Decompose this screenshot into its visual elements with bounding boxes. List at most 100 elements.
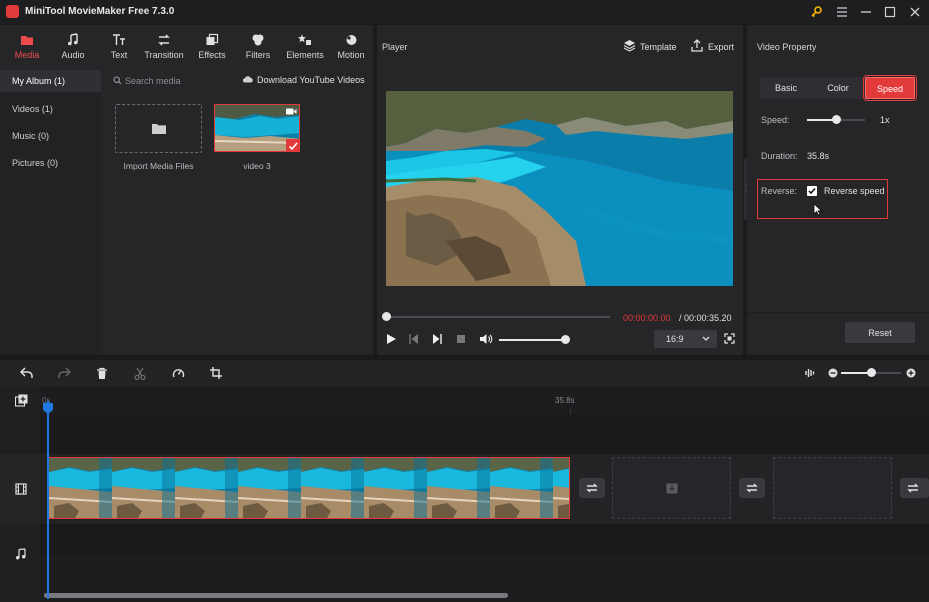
sidebar-item-my-album[interactable]: My Album (1) <box>0 70 101 92</box>
reset-button[interactable]: Reset <box>845 322 915 343</box>
import-media-button[interactable] <box>115 104 202 153</box>
reverse-speed-checkbox[interactable] <box>807 186 817 196</box>
audio-track[interactable] <box>40 524 929 554</box>
export-button[interactable]: Export <box>708 42 734 52</box>
media-panel: Media Audio Text Transition Effects Filt… <box>0 25 373 355</box>
split-scissors-icon[interactable] <box>134 367 146 380</box>
speed-slider-handle[interactable] <box>831 115 841 124</box>
empty-clip-slot[interactable] <box>612 457 731 519</box>
text-icon <box>112 33 126 47</box>
close-icon[interactable] <box>907 4 923 20</box>
zoom-out-icon[interactable] <box>828 368 838 378</box>
current-time: 00:00:00.00 <box>623 313 671 323</box>
tool-effects[interactable]: Effects <box>191 33 233 63</box>
sidebar-item-music[interactable]: Music (0) <box>0 125 101 147</box>
speed-gauge-icon[interactable] <box>172 367 185 380</box>
zoom-slider-handle[interactable] <box>866 368 876 377</box>
filters-icon <box>251 33 265 47</box>
transition-slot-button[interactable] <box>900 478 929 498</box>
property-title: Video Property <box>757 42 817 52</box>
time-ruler[interactable] <box>40 387 929 415</box>
tool-audio[interactable]: Audio <box>52 33 94 63</box>
next-frame-icon[interactable] <box>431 333 443 345</box>
template-button[interactable]: Template <box>640 42 677 52</box>
ruler-end-label: 35.8s <box>555 396 575 405</box>
playhead-line[interactable] <box>47 401 49 599</box>
reverse-speed-label: Reverse speed <box>824 186 885 196</box>
swap-arrows-icon <box>906 482 920 494</box>
tool-text[interactable]: Text <box>98 33 140 63</box>
tool-motion[interactable]: Motion <box>330 33 372 63</box>
tool-label: Media <box>14 50 40 60</box>
key-icon[interactable] <box>808 4 824 20</box>
transition-slot-button[interactable] <box>579 478 605 498</box>
crop-icon[interactable] <box>210 367 222 379</box>
sidebar-item-pictures[interactable]: Pictures (0) <box>0 152 101 174</box>
sidebar-item-videos[interactable]: Videos (1) <box>0 98 101 120</box>
export-icon <box>691 39 703 52</box>
delete-icon[interactable] <box>96 367 108 380</box>
progress-track[interactable] <box>386 316 610 318</box>
checkmark-icon <box>286 139 299 151</box>
audio-track-lower[interactable] <box>40 554 929 586</box>
video-property-panel: Video Property Basic Color Speed Speed: … <box>747 25 929 355</box>
total-time: / 00:00:35.20 <box>679 313 732 323</box>
overlay-track[interactable] <box>40 415 929 454</box>
aspect-ratio-select[interactable]: 16:9 <box>654 330 717 348</box>
volume-fill <box>499 339 565 341</box>
search-input[interactable]: Search media <box>125 76 181 86</box>
media-sidebar: My Album (1) Videos (1) Music (0) Pictur… <box>0 70 101 355</box>
layers-icon <box>623 39 636 52</box>
tab-speed[interactable]: Speed <box>863 75 917 101</box>
undo-icon[interactable] <box>20 367 34 379</box>
swap-arrows-icon <box>585 482 599 494</box>
minimize-icon[interactable] <box>858 4 874 20</box>
reverse-highlight-box <box>757 179 888 219</box>
music-note-icon <box>66 33 80 47</box>
tab-basic[interactable]: Basic <box>760 77 812 99</box>
maximize-icon[interactable] <box>882 4 898 20</box>
download-youtube-link[interactable]: Download YouTube Videos <box>257 75 365 85</box>
duration-value: 35.8s <box>807 151 830 161</box>
audio-waveform-icon[interactable] <box>804 367 816 379</box>
timeline-scrollbar[interactable] <box>44 593 508 598</box>
tool-label: Text <box>110 50 128 60</box>
tab-color[interactable]: Color <box>812 77 864 99</box>
redo-icon[interactable] <box>57 367 71 379</box>
tool-elements[interactable]: Elements <box>283 33 327 63</box>
progress-handle[interactable] <box>381 312 391 321</box>
video-clip[interactable] <box>48 457 570 519</box>
tool-filters[interactable]: Filters <box>237 33 279 63</box>
fullscreen-icon[interactable] <box>724 333 735 344</box>
transition-slot-button[interactable] <box>739 478 765 498</box>
transition-icon <box>157 33 171 47</box>
play-icon[interactable] <box>385 333 397 345</box>
import-media-label: Import Media Files <box>123 161 194 171</box>
title-bar: MiniTool MovieMaker Free 7.3.0 <box>0 0 929 24</box>
swap-arrows-icon <box>745 482 759 494</box>
video-camera-icon <box>286 108 297 115</box>
empty-clip-slot[interactable] <box>773 457 892 519</box>
volume-icon[interactable] <box>479 333 493 345</box>
search-icon <box>113 76 122 85</box>
tool-media[interactable]: Media <box>6 33 48 63</box>
reverse-label: Reverse: <box>761 186 798 196</box>
tool-label: Transition <box>144 50 184 60</box>
menu-icon[interactable] <box>834 4 850 20</box>
playhead-marker-icon[interactable] <box>43 403 53 414</box>
chevron-down-icon <box>702 336 710 342</box>
video-clip-thumbnail[interactable] <box>214 104 300 152</box>
tool-label: Audio <box>61 50 85 60</box>
audio-track-header <box>0 524 40 586</box>
stop-icon[interactable] <box>456 334 466 344</box>
add-track-icon[interactable] <box>15 394 28 407</box>
player-panel: Player Template Export 00:00:00.00 / 00:… <box>377 25 743 355</box>
divider <box>747 312 929 313</box>
motion-icon <box>344 33 358 47</box>
download-icon <box>242 75 253 84</box>
tool-transition[interactable]: Transition <box>141 33 187 63</box>
import-box-icon <box>666 483 678 494</box>
previous-frame-icon[interactable] <box>408 333 420 345</box>
volume-handle[interactable] <box>560 335 570 344</box>
zoom-in-icon[interactable] <box>906 368 916 378</box>
